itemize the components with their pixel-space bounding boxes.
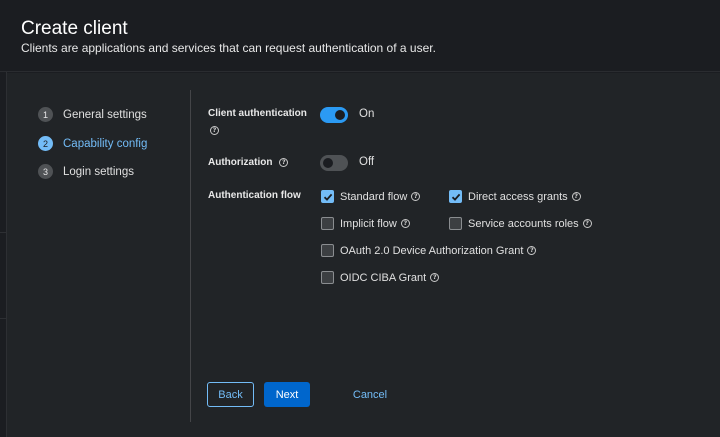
oauth-device-grant-checkbox[interactable]: OAuth 2.0 Device Authorization Grant ?: [321, 244, 537, 257]
client-auth-state: On: [359, 108, 375, 120]
back-button[interactable]: Back: [207, 382, 254, 407]
left-edge-tick: [0, 318, 6, 319]
authorization-label-text: Authorization: [208, 157, 273, 168]
help-icon[interactable]: ?: [400, 219, 410, 228]
help-icon[interactable]: ?: [582, 219, 592, 228]
checkbox-label: OAuth 2.0 Device Authorization Grant: [340, 244, 524, 257]
checkbox-box: [321, 244, 334, 257]
client-auth-toggle[interactable]: [320, 107, 348, 123]
checkbox-label: Direct access grants: [468, 190, 568, 203]
step-label: General settings: [63, 108, 147, 121]
help-icon[interactable]: ?: [527, 246, 537, 255]
check-icon: [451, 193, 460, 201]
next-button[interactable]: Next: [264, 382, 310, 407]
step-number: 2: [38, 136, 53, 151]
page-header: Create client Clients are applications a…: [0, 0, 720, 72]
service-accounts-roles-checkbox[interactable]: Service accounts roles ?: [449, 217, 592, 230]
authorization-toggle[interactable]: [320, 155, 348, 171]
auth-flow-label: Authentication flow: [208, 190, 301, 201]
client-auth-label: Client authentication: [208, 108, 307, 119]
help-icon[interactable]: ?: [210, 126, 219, 135]
checkbox-box: [449, 190, 462, 203]
checkbox-label: Implicit flow: [340, 217, 397, 230]
step-number: 3: [38, 164, 53, 179]
help-icon[interactable]: ?: [279, 157, 289, 167]
direct-access-grants-checkbox[interactable]: Direct access grants ?: [449, 190, 581, 203]
checkbox-label: Service accounts roles: [468, 217, 579, 230]
checkbox-box: [321, 190, 334, 203]
step-label: Login settings: [63, 165, 134, 178]
step-login-settings[interactable]: 3 Login settings: [38, 164, 134, 179]
authorization-state: Off: [359, 156, 375, 168]
wizard-divider: [190, 90, 191, 422]
client-auth-label-text: Client authentication: [208, 108, 307, 119]
checkbox-label: Standard flow: [340, 190, 408, 203]
toggle-knob: [323, 158, 333, 168]
step-label: Capability config: [63, 137, 148, 150]
left-edge-tick: [0, 232, 6, 233]
checkbox-label: OIDC CIBA Grant: [340, 271, 427, 284]
page-subtitle: Clients are applications and services th…: [21, 41, 436, 55]
oidc-ciba-grant-checkbox[interactable]: OIDC CIBA Grant ?: [321, 271, 440, 284]
checkbox-box: [321, 217, 334, 230]
step-general-settings[interactable]: 1 General settings: [38, 107, 147, 122]
checkbox-box: [449, 217, 462, 230]
checkbox-box: [321, 271, 334, 284]
authorization-label: Authorization ?: [208, 157, 289, 168]
cancel-button[interactable]: Cancel: [345, 382, 395, 407]
check-icon: [323, 193, 332, 201]
page-title: Create client: [21, 18, 128, 39]
step-number: 1: [38, 107, 53, 122]
help-icon[interactable]: ?: [571, 192, 581, 201]
help-icon[interactable]: ?: [411, 192, 421, 201]
standard-flow-checkbox[interactable]: Standard flow ?: [321, 190, 421, 203]
toggle-knob: [335, 110, 345, 120]
step-capability-config[interactable]: 2 Capability config: [38, 136, 147, 151]
implicit-flow-checkbox[interactable]: Implicit flow ?: [321, 217, 410, 230]
help-icon[interactable]: ?: [430, 273, 440, 282]
